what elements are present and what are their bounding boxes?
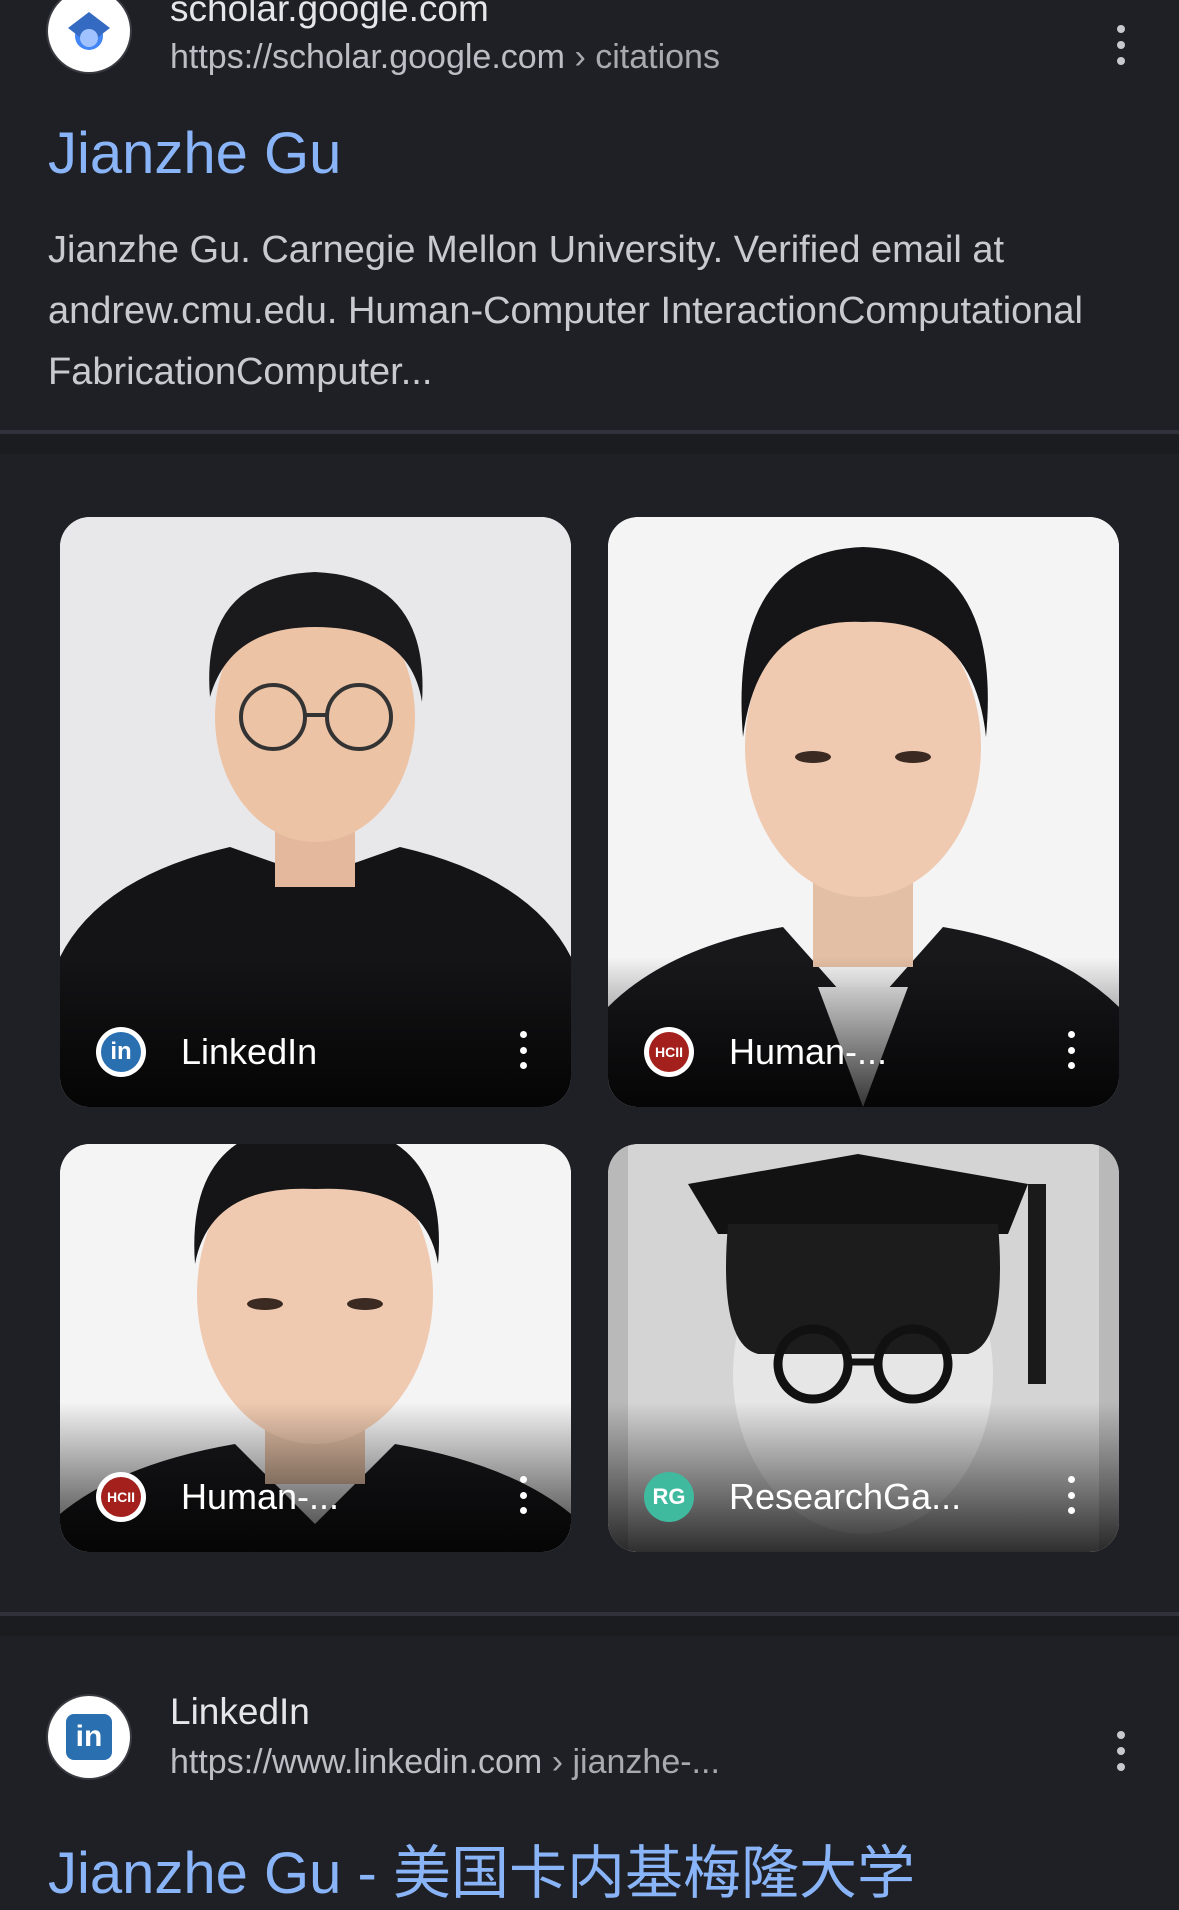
site-name: scholar.google.com <box>170 0 489 29</box>
result-title[interactable]: Jianzhe Gu <box>48 120 341 187</box>
url-base: https://www.linkedin.com <box>170 1743 543 1781</box>
more-options-icon[interactable] <box>1065 1031 1077 1069</box>
hcii-icon: HCII <box>644 1027 694 1077</box>
site-name: LinkedIn <box>170 1691 310 1732</box>
google-scholar-icon <box>48 0 130 72</box>
more-options-icon[interactable] <box>1065 1476 1077 1514</box>
search-result-linkedin[interactable]: in LinkedIn https://www.linkedin.com › j… <box>0 1636 1179 1906</box>
more-options-icon[interactable] <box>517 1031 529 1069</box>
result-snippet: Jianzhe Gu. Carnegie Mellon University. … <box>48 229 1083 393</box>
search-result-scholar[interactable]: scholar.google.com https://scholar.googl… <box>0 0 1179 430</box>
image-result[interactable]: in LinkedIn <box>60 517 571 1107</box>
linkedin-icon: in <box>96 1027 146 1077</box>
divider <box>0 1616 1179 1636</box>
image-result[interactable]: RG ResearchGa... <box>608 1144 1119 1552</box>
more-options-icon[interactable] <box>1113 1731 1129 1771</box>
image-source-label: Human-... <box>729 1031 888 1072</box>
image-source-label: ResearchGa... <box>729 1476 962 1517</box>
more-options-icon[interactable] <box>517 1476 529 1514</box>
image-result[interactable]: HCII Human-... <box>608 517 1119 1107</box>
image-result[interactable]: HCII Human-... <box>60 1144 571 1552</box>
more-options-icon[interactable] <box>1113 25 1129 65</box>
researchgate-icon: RG <box>644 1472 694 1522</box>
url-path: › jianzhe-... <box>542 1743 720 1781</box>
url-path: › citations <box>565 38 720 76</box>
url-base: https://scholar.google.com <box>170 38 566 76</box>
divider <box>0 434 1179 454</box>
image-source-label: LinkedIn <box>181 1031 318 1072</box>
site-url[interactable]: https://scholar.google.com › citations <box>170 38 720 77</box>
linkedin-icon: in <box>48 1696 130 1778</box>
image-source-label: Human-... <box>181 1476 340 1517</box>
result-title[interactable]: Jianzhe Gu - 美国卡内基梅隆大学 <box>48 1826 915 1910</box>
site-url[interactable]: https://www.linkedin.com › jianzhe-... <box>170 1743 720 1782</box>
hcii-icon: HCII <box>96 1472 146 1522</box>
